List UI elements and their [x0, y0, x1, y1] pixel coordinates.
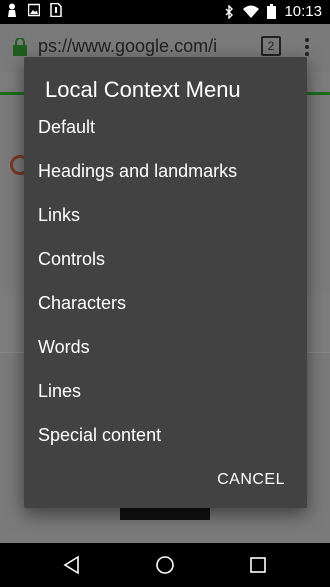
recents-icon[interactable] — [248, 555, 268, 575]
image-icon — [28, 3, 40, 17]
menu-item-links[interactable]: Links — [24, 193, 307, 237]
tab-switcher-button[interactable]: 2 — [261, 36, 281, 56]
url-text[interactable]: ps://www.google.com/i — [38, 36, 217, 57]
menu-item-special-content[interactable]: Special content — [24, 413, 307, 457]
bluetooth-icon — [225, 4, 234, 19]
person-icon — [8, 3, 16, 17]
menu-item-lines[interactable]: Lines — [24, 369, 307, 413]
menu-item-characters[interactable]: Characters — [24, 281, 307, 325]
home-icon[interactable] — [155, 555, 175, 575]
local-context-menu-dialog: Local Context Menu Default Headings and … — [24, 57, 307, 508]
overflow-menu-icon[interactable] — [305, 38, 309, 56]
lock-icon — [13, 38, 27, 56]
dialog-title: Local Context Menu — [45, 77, 241, 102]
menu-item-words[interactable]: Words — [24, 325, 307, 369]
wifi-icon — [243, 5, 260, 18]
cancel-button[interactable]: CANCEL — [217, 471, 285, 489]
status-time: 10:13 — [284, 3, 322, 20]
menu-item-headings-and-landmarks[interactable]: Headings and landmarks — [24, 149, 307, 193]
battery-icon — [267, 4, 277, 19]
menu-item-controls[interactable]: Controls — [24, 237, 307, 281]
menu-item-default[interactable]: Default — [24, 105, 307, 149]
sim-icon — [50, 3, 62, 17]
context-menu-list: Default Headings and landmarks Links Con… — [24, 105, 307, 457]
navigation-bar — [0, 543, 330, 587]
status-bar: 10:13 — [0, 0, 330, 24]
status-right-icons: 10:13 — [223, 3, 322, 20]
back-icon[interactable] — [62, 555, 82, 575]
status-left-icons — [6, 3, 62, 17]
